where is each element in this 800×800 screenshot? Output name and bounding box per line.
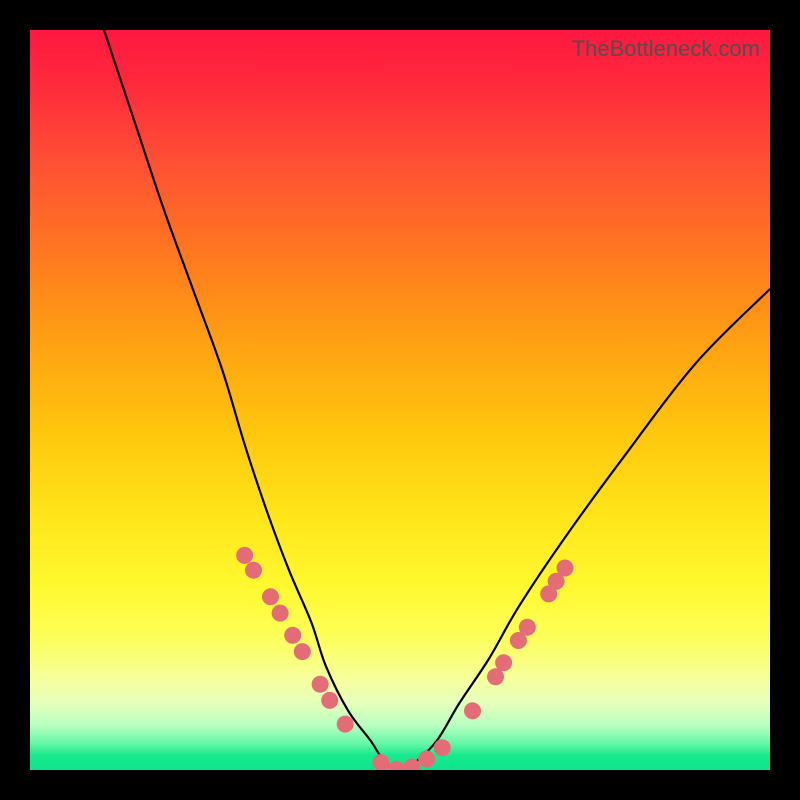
data-point bbox=[557, 560, 574, 577]
curve-layer bbox=[30, 30, 770, 770]
plot-area: TheBottleneck.com bbox=[30, 30, 770, 770]
data-point bbox=[245, 562, 262, 579]
data-point bbox=[294, 643, 311, 660]
data-point bbox=[236, 547, 253, 564]
bottleneck-curve bbox=[104, 30, 770, 770]
data-point bbox=[372, 754, 389, 770]
data-point bbox=[262, 588, 279, 605]
data-point bbox=[284, 627, 301, 644]
data-point bbox=[312, 676, 329, 693]
data-point bbox=[321, 692, 338, 709]
data-point bbox=[495, 654, 512, 671]
chart-frame: TheBottleneck.com bbox=[0, 0, 800, 800]
data-points bbox=[236, 547, 573, 770]
data-point bbox=[519, 619, 536, 636]
data-point bbox=[337, 716, 354, 733]
data-point bbox=[272, 605, 289, 622]
data-point bbox=[418, 750, 435, 767]
data-point bbox=[388, 761, 405, 770]
data-point bbox=[434, 739, 451, 756]
data-point bbox=[464, 702, 481, 719]
